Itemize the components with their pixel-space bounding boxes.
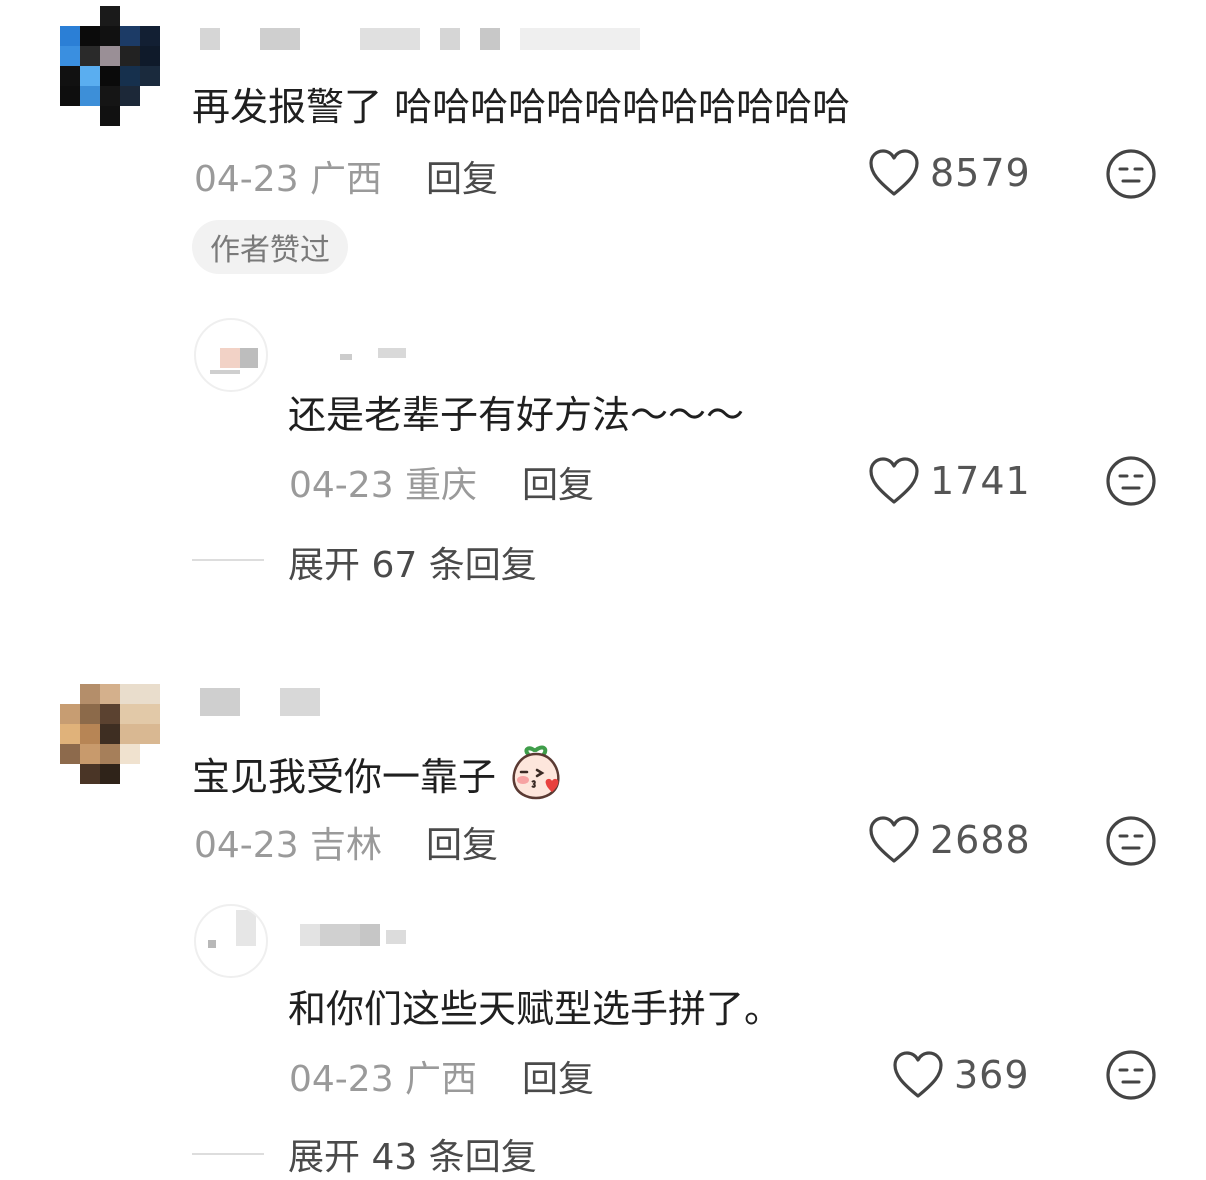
username-redacted[interactable] [200, 28, 640, 50]
reply-button[interactable]: 回复 [522, 456, 594, 508]
username-redacted[interactable] [340, 346, 410, 368]
like-count: 2688 [930, 818, 1031, 862]
heart-outline-icon [869, 816, 919, 863]
like-count: 8579 [930, 151, 1031, 195]
reply-text: 和你们这些天赋型选手拼了。 [288, 987, 783, 1031]
neutral-face-icon[interactable] [1105, 455, 1157, 507]
reply-date-location: 04-23 重庆 [289, 465, 478, 506]
neutral-face-icon[interactable] [1105, 1049, 1157, 1101]
neutral-face-icon[interactable] [1105, 815, 1157, 867]
username-redacted[interactable] [200, 688, 330, 716]
comment-date-location: 04-23 广西 [194, 159, 383, 200]
comment-text-content: 宝见我受你一靠子 [192, 755, 497, 799]
comment-text: 宝见我受你一靠子 [192, 744, 564, 801]
avatar[interactable] [60, 676, 160, 786]
author-liked-badge: 作者赞过 [192, 220, 348, 274]
comment-text: 再发报警了 哈哈哈哈哈哈哈哈哈哈哈哈 [192, 85, 851, 129]
heart-outline-icon [869, 149, 919, 196]
like-count: 369 [954, 1053, 1030, 1097]
like-button[interactable]: 369 [892, 1050, 1030, 1100]
neutral-face-icon[interactable] [1105, 148, 1157, 200]
username-redacted[interactable] [300, 924, 410, 946]
comment-date-location: 04-23 吉林 [194, 825, 383, 866]
expand-divider [192, 559, 264, 561]
reply-date-location: 04-23 广西 [289, 1059, 478, 1100]
heart-outline-icon [893, 1051, 943, 1098]
reply-text: 还是老辈子有好方法～～～ [288, 393, 745, 437]
expand-replies-button[interactable]: 展开 67 条回复 [288, 536, 537, 588]
heart-outline-icon [869, 457, 919, 504]
expand-divider [192, 1153, 264, 1155]
like-button[interactable]: 8579 [868, 148, 1031, 198]
reply-avatar[interactable] [194, 904, 268, 978]
avatar[interactable] [60, 6, 160, 126]
reply-button[interactable]: 回复 [426, 150, 498, 202]
like-button[interactable]: 2688 [868, 815, 1031, 865]
expand-replies-button[interactable]: 展开 43 条回复 [288, 1128, 537, 1180]
reply-button[interactable]: 回复 [426, 816, 498, 868]
reply-avatar[interactable] [194, 318, 268, 392]
like-count: 1741 [930, 459, 1031, 503]
like-button[interactable]: 1741 [868, 456, 1031, 506]
reply-button[interactable]: 回复 [522, 1050, 594, 1102]
kiss-peach-emoji [512, 745, 560, 800]
